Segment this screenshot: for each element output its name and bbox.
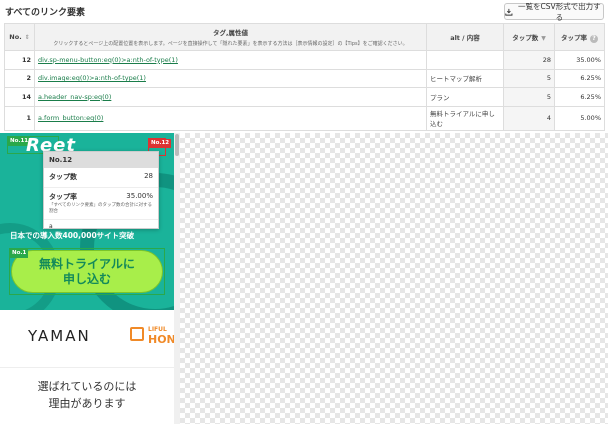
preview-scroll-thumb[interactable] xyxy=(175,134,179,156)
table-row: 2 div.image:eq(0)>a:nth-of-type(1) ヒートマッ… xyxy=(4,68,605,88)
row-alt xyxy=(426,50,504,70)
element-tooltip: No.12 タップ数 28 タップ率 35.00% 「すべてのリンク要素」のタッ… xyxy=(43,151,159,229)
sort-desc-icon: ▼ xyxy=(541,35,546,42)
table-row: 1 a.form_button:eq(0) 無料トライアルに申し込む 4 5.0… xyxy=(4,105,605,131)
row-alt: プラン xyxy=(426,87,504,107)
col-header-count[interactable]: タップ数 ▼ xyxy=(503,23,555,51)
row-rate: 5.00% xyxy=(554,105,605,131)
element-badge: No.1 xyxy=(10,249,29,258)
col-header-tag: タグ,属性値 クリックするとページ上の配置位置を表示します。ページを直接操作して「… xyxy=(34,23,427,51)
lifull-logo-icon xyxy=(130,327,144,341)
cta-line: 無料トライアルに xyxy=(39,256,135,271)
row-tag-link[interactable]: a.header_nav-sp:eq(0) xyxy=(38,93,111,101)
row-no: 1 xyxy=(4,105,35,131)
tooltip-rate-row: タップ率 35.00% xyxy=(49,192,153,201)
row-no: 12 xyxy=(4,50,35,70)
page-title: すべてのリンク要素 xyxy=(5,8,86,18)
row-tag-link[interactable]: a.form_button:eq(0) xyxy=(38,114,103,122)
download-icon xyxy=(505,8,513,16)
element-badge: No.12 xyxy=(149,139,172,148)
row-rate: 35.00% xyxy=(554,50,605,70)
row-no: 14 xyxy=(4,87,35,107)
hero-subtitle: 日本での導入数400,000サイト突破 xyxy=(10,231,135,240)
lifull-logo-text: LIFUL xyxy=(148,326,167,333)
reason-heading: 選ばれているのには 理由があります xyxy=(37,380,137,410)
tooltip-rate-note: 「すべてのリンク要素」のタップ数の合計に対する割合 xyxy=(49,203,153,214)
col-header-rate: タップ率? xyxy=(554,23,605,51)
table-row: 14 a.header_nav-sp:eq(0) プラン 5 6.25% xyxy=(4,87,605,107)
tooltip-count-row: タップ数 28 xyxy=(44,168,158,188)
lifull-logo-text: HON xyxy=(148,333,174,346)
row-alt: 無料トライアルに申し込む xyxy=(426,105,504,131)
sort-icon: ⇕ xyxy=(24,34,30,41)
trial-cta-button[interactable]: 無料トライアルに 申し込む xyxy=(11,250,163,293)
row-rate: 6.25% xyxy=(554,87,605,107)
table-row: 12 div.sp-menu-button:eq(0)>a:nth-of-typ… xyxy=(4,50,605,70)
csv-export-label: 一覧をCSV形式で出力する xyxy=(518,1,601,22)
row-no: 2 xyxy=(4,68,35,88)
row-alt: ヒートマップ解析 xyxy=(426,68,504,88)
col-header-alt: alt / 内容 xyxy=(426,23,504,51)
preview-scrollbar[interactable] xyxy=(174,133,180,424)
transparent-canvas xyxy=(180,133,608,424)
yaman-logo: YAMAN xyxy=(28,327,91,345)
csv-export-button[interactable]: 一覧をCSV形式で出力する xyxy=(504,1,604,22)
row-tag-link[interactable]: div.image:eq(0)>a:nth-of-type(1) xyxy=(38,74,146,82)
col-header-tag-note: クリックするとページ上の配置位置を表示します。ページを直接操作して「隠れた要素」… xyxy=(53,41,408,47)
report-header: すべてのリンク要素 一覧をCSV形式で出力する xyxy=(0,0,608,22)
tooltip-title: No.12 xyxy=(44,152,158,168)
link-table: No. ⇕ タグ,属性値 クリックするとページ上の配置位置を表示します。ページを直接… xyxy=(4,23,605,131)
tooltip-selector: a xyxy=(44,219,158,228)
col-header-no[interactable]: No. ⇕ xyxy=(4,23,35,51)
cta-line: 申し込む xyxy=(62,271,111,286)
row-count: 5 xyxy=(503,68,555,88)
row-count: 5 xyxy=(503,87,555,107)
row-tag-link[interactable]: div.sp-menu-button:eq(0)>a:nth-of-type(1… xyxy=(38,56,178,64)
help-icon[interactable]: ? xyxy=(590,34,598,43)
row-count: 4 xyxy=(503,105,555,131)
row-count: 28 xyxy=(503,50,555,70)
row-rate: 6.25% xyxy=(554,68,605,88)
